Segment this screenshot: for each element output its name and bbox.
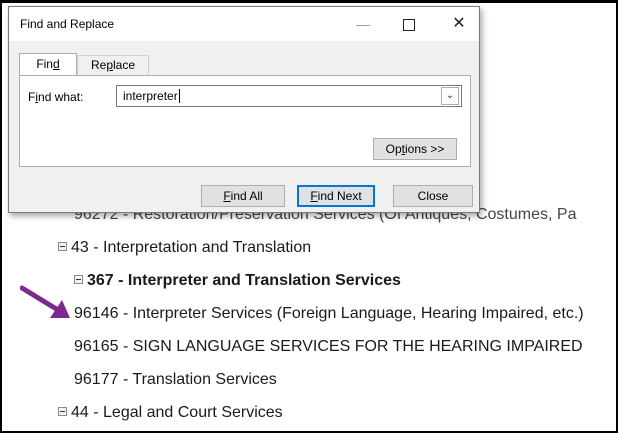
window-frame [0,0,618,433]
